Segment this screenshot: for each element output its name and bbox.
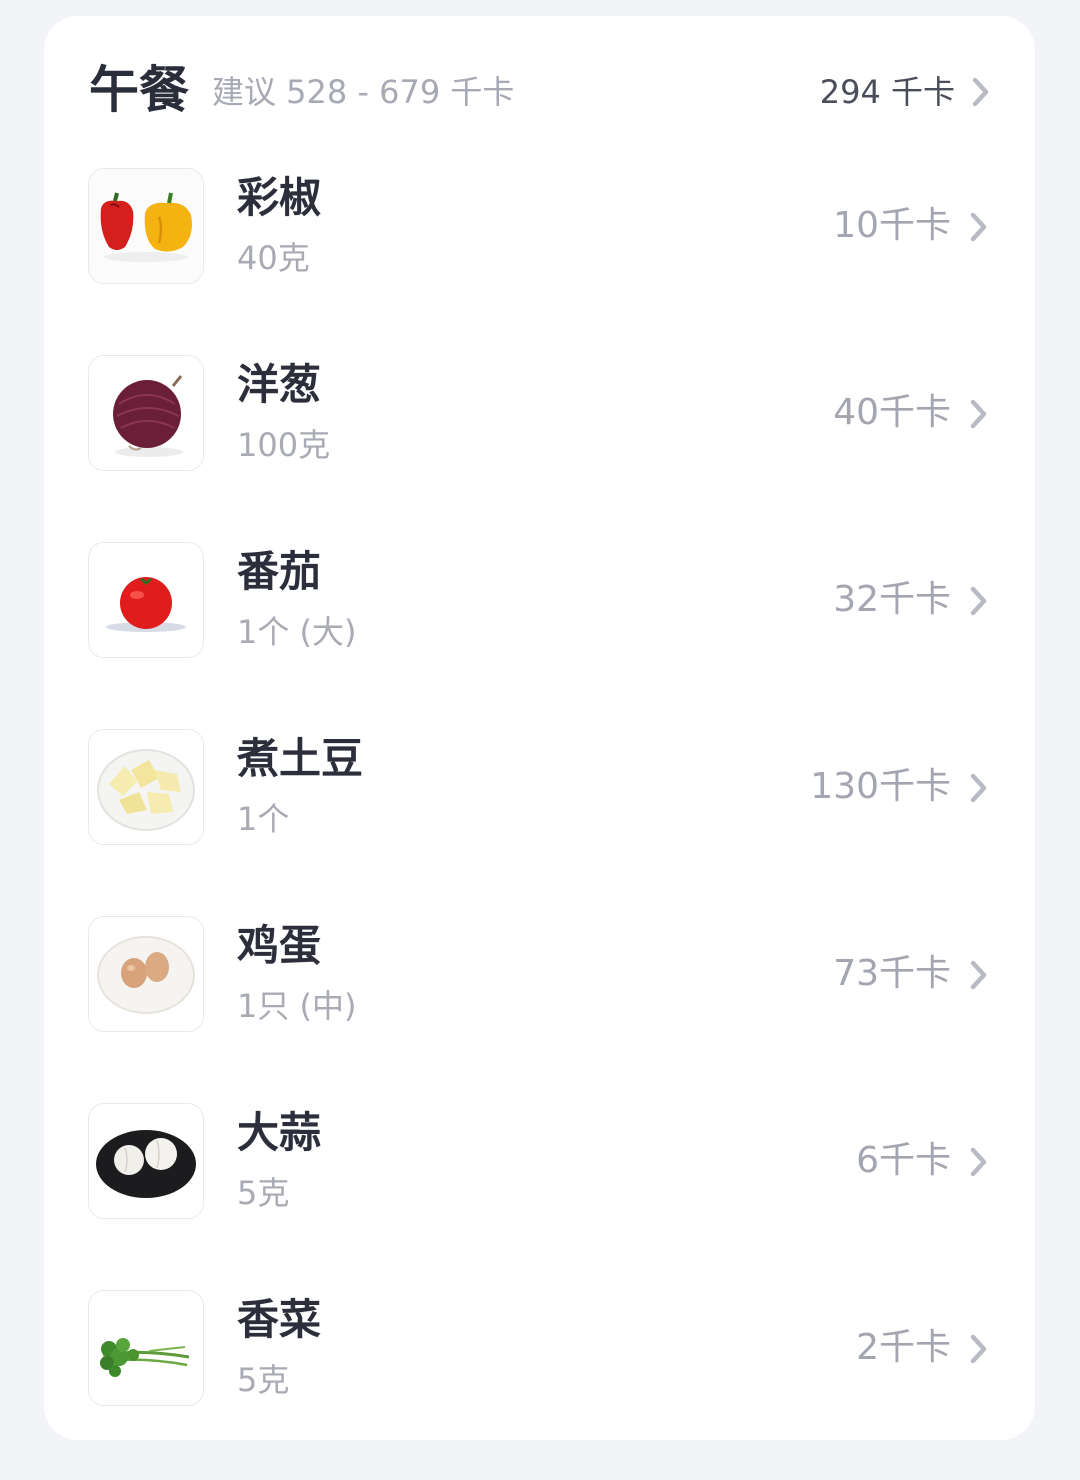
food-amount: 5克 (237, 1361, 290, 1399)
bell-pepper-image (88, 168, 204, 284)
chevron-right-icon (967, 584, 991, 618)
list-item[interactable]: 洋葱 100克 40千卡 (44, 355, 1035, 475)
food-kcal: 32千卡 (833, 579, 951, 620)
food-amount: 5克 (237, 1174, 290, 1212)
food-amount: 1只 (中) (237, 987, 357, 1025)
list-item[interactable]: 香菜 5克 2千卡 (44, 1290, 1035, 1410)
food-amount: 1个 (237, 800, 290, 838)
chevron-right-icon (967, 397, 991, 431)
food-kcal: 2千卡 (856, 1327, 951, 1368)
food-name: 煮土豆 (237, 734, 364, 783)
chevron-right-icon (967, 1332, 991, 1366)
chevron-right-icon[interactable] (969, 75, 993, 109)
list-item[interactable]: 大蒜 5克 6千卡 (44, 1103, 1035, 1223)
food-name: 鸡蛋 (237, 921, 322, 970)
egg-image (88, 916, 204, 1032)
food-kcal: 6千卡 (856, 1140, 951, 1181)
food-amount: 1个 (大) (237, 613, 357, 651)
chevron-right-icon (967, 771, 991, 805)
food-kcal: 73千卡 (833, 953, 951, 994)
meal-suggestion: 建议 528 - 679 千卡 (212, 73, 515, 111)
chevron-right-icon (967, 958, 991, 992)
garlic-image (88, 1103, 204, 1219)
food-name: 香菜 (237, 1295, 322, 1344)
onion-image (88, 355, 204, 471)
list-item[interactable]: 番茄 1个 (大) 32千卡 (44, 542, 1035, 662)
food-name: 大蒜 (237, 1108, 322, 1157)
list-item[interactable]: 煮土豆 1个 130千卡 (44, 729, 1035, 849)
food-kcal: 10千卡 (833, 205, 951, 246)
list-item[interactable]: 鸡蛋 1只 (中) 73千卡 (44, 916, 1035, 1036)
meal-title: 午餐 (89, 61, 189, 119)
food-name: 洋葱 (237, 360, 322, 409)
chevron-right-icon (967, 1145, 991, 1179)
meal-header[interactable]: 午餐 建议 528 - 679 千卡 294 千卡 (44, 16, 1035, 166)
meal-total-kcal: 294 千卡 (819, 73, 955, 111)
food-amount: 40克 (237, 239, 310, 277)
list-item[interactable]: 彩椒 40克 10千卡 (44, 168, 1035, 288)
chevron-right-icon (967, 210, 991, 244)
food-amount: 100克 (237, 426, 331, 464)
food-kcal: 40千卡 (833, 392, 951, 433)
tomato-image (88, 542, 204, 658)
food-kcal: 130千卡 (810, 766, 951, 807)
cilantro-image (88, 1290, 204, 1406)
boiled-potato-image (88, 729, 204, 845)
lunch-card: 午餐 建议 528 - 679 千卡 294 千卡 彩椒 40克 10千卡 洋葱… (44, 16, 1035, 1440)
food-name: 番茄 (237, 547, 322, 596)
food-name: 彩椒 (237, 173, 322, 222)
